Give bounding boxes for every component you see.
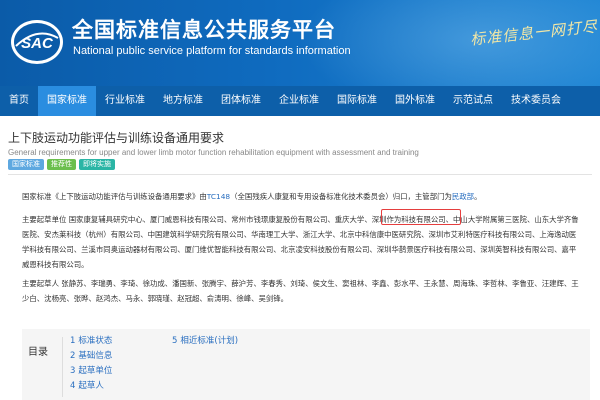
toc-item-label: 标准状态 [78, 336, 113, 346]
drafting-units-part1: 主要起草单位 国家康复辅具研究中心、厦门威恩科技有限公司、常州市钱璟康复股份有限… [22, 215, 372, 224]
intro-middle: （全国残疾人康复和专用设备标准化技术委员会）归口，主管部门为 [230, 192, 452, 201]
standard-intro: 国家标准《上下肢运动功能评估与训练设备通用要求》由TC148（全国残疾人康复和专… [22, 189, 582, 204]
nav-item-pilot-demos[interactable]: 示范试点 [444, 86, 502, 116]
toc-item-label: 相近标准(计划) [180, 336, 239, 346]
toc-item-drafting-units[interactable]: 3 起草单位 [70, 364, 112, 376]
site-title: 全国标准信息公共服务平台 [72, 18, 336, 42]
nav-item-home[interactable]: 首页 [0, 86, 38, 116]
sac-logo[interactable]: SAC [10, 18, 64, 66]
nav-item-foreign-standards[interactable]: 国外标准 [386, 86, 444, 116]
site-header: SAC 全国标准信息公共服务平台 National public service… [0, 0, 600, 86]
toc-label: 目录 [28, 347, 48, 358]
intro-prefix: 国家标准《上下肢运动功能评估与训练设备通用要求》由 [22, 192, 207, 201]
nav-item-enterprise-standards[interactable]: 企业标准 [270, 86, 328, 116]
site-subtitle: National public service platform for sta… [73, 45, 351, 57]
logo-text: SAC [21, 35, 54, 52]
standard-title: 上下肢运动功能评估与训练设备通用要求 [8, 131, 225, 145]
toc-num: 2 [70, 351, 76, 361]
drafting-units: 主要起草单位 国家康复辅具研究中心、厦门威恩科技有限公司、常州市钱璟康复股份有限… [22, 212, 582, 272]
intro-suffix: 。 [474, 192, 482, 201]
drafters: 主要起草人 张静苏、李瑞勇、李琦、徐功成、潘国新、张腾宇、薛沪芳、李春秀、刘琦、… [22, 279, 579, 303]
toc-item-drafters[interactable]: 4 起草人 [70, 379, 104, 391]
toc-item-label: 起草人 [78, 381, 104, 391]
toc-divider [62, 337, 63, 397]
nav-item-industry-standards[interactable]: 行业标准 [96, 86, 154, 116]
toc-num: 4 [70, 381, 76, 391]
header-glow [300, 0, 600, 86]
toc-item-label: 起草单位 [78, 366, 113, 376]
toc-item-related-standards[interactable]: 5 相近标准(计划) [172, 334, 238, 346]
standard-badges: 国家标准 推荐性 即将实施 [8, 159, 115, 170]
tc-link[interactable]: TC148 [207, 192, 230, 201]
main-nav: 首页 国家标准 行业标准 地方标准 团体标准 企业标准 国际标准 国外标准 示范… [0, 86, 600, 116]
nav-item-technical-committees[interactable]: 技术委员会 [502, 86, 570, 116]
highlight-box [381, 209, 461, 225]
divider [8, 174, 592, 175]
table-of-contents: 目录 1 标准状态 2 基础信息 3 起草单位 4 起草人 5 相近标准(计划) [22, 329, 590, 400]
badge-recommended: 推荐性 [47, 159, 76, 170]
toc-item-label: 基础信息 [78, 351, 113, 361]
nav-item-international-standards[interactable]: 国际标准 [328, 86, 386, 116]
toc-item-basic-info[interactable]: 2 基础信息 [70, 349, 112, 361]
toc-num: 3 [70, 366, 76, 376]
toc-item-status[interactable]: 1 标准状态 [70, 334, 112, 346]
badge-national-standard: 国家标准 [8, 159, 44, 170]
toc-num: 5 [172, 336, 178, 346]
nav-item-national-standards[interactable]: 国家标准 [38, 86, 96, 116]
nav-item-local-standards[interactable]: 地方标准 [154, 86, 212, 116]
department-link[interactable]: 民政部 [452, 192, 474, 201]
toc-num: 1 [70, 336, 76, 346]
badge-upcoming: 即将实施 [79, 159, 115, 170]
standard-detail: 上下肢运动功能评估与训练设备通用要求 General requirements … [0, 116, 600, 400]
nav-item-group-standards[interactable]: 团体标准 [212, 86, 270, 116]
standard-english-title: General requirements for upper and lower… [8, 148, 419, 157]
